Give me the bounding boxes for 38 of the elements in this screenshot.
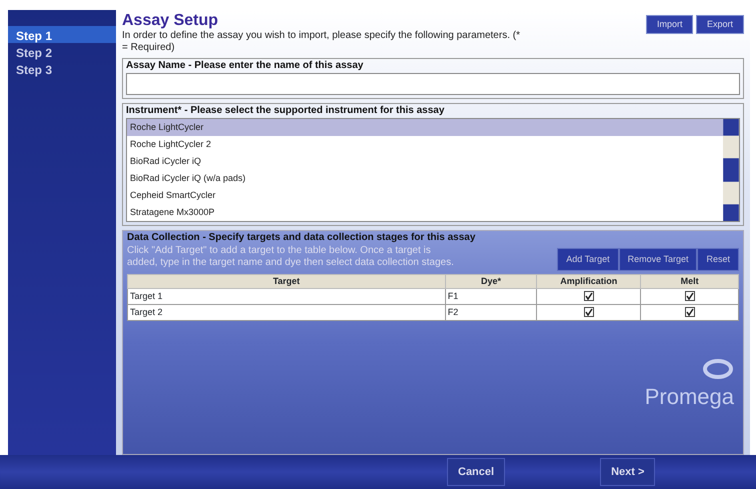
action-button[interactable]: Reset [697,248,739,271]
footer-button[interactable]: Cancel [447,458,506,486]
checkbox[interactable] [584,291,594,302]
header-button[interactable]: Import [646,14,694,34]
intro-text: In order to define the assay you wish to import, please specify the following parameters. (* = Required) [122,30,521,54]
header-button[interactable]: Export [696,14,744,34]
logo-icon [702,358,734,380]
action-button[interactable]: Remove Target [618,248,698,271]
instrument-item[interactable]: Roche LightCycler [127,119,723,136]
scrollbar[interactable] [723,119,739,221]
table-cell[interactable]: F1 [445,288,537,304]
section-heading: Instrument* - Please select the supported instrument for this assay [126,104,446,118]
section-heading: Data Collection - Specify targets and data collection stages for this assay [127,231,476,245]
instrument-item[interactable]: BioRad iCycler iQ [127,153,723,170]
assay-name-field[interactable] [126,73,740,95]
table-cell[interactable]: F2 [445,304,537,320]
column-header: Dye* [445,274,537,288]
help-text: Click "Add Target" to add a target to the table below. Once a target is added, type in the target name and dye then select data collection stages. [127,245,455,270]
page-title: Assay Setup [122,12,220,30]
checkbox[interactable] [684,307,695,318]
step-item[interactable]: Step 1 [8,26,116,43]
column-header: Target [128,274,446,288]
section-heading: Assay Name - Please enter the name of this assay [126,59,364,73]
instrument-item[interactable]: Roche LightCycler 2 [127,136,723,153]
step-item[interactable]: Step 3 [8,60,116,77]
checkbox[interactable] [584,307,594,318]
checkbox[interactable] [684,291,695,302]
instrument-item[interactable]: Stratagene Mx3000P [127,204,723,221]
column-header: Melt [640,274,738,288]
logo-text: Promega [644,383,734,411]
footer-button[interactable]: Next > [600,458,656,486]
table-cell[interactable]: Target 2 [128,304,446,320]
table-cell[interactable]: Target 1 [128,288,446,304]
action-button[interactable]: Add Target [557,248,619,271]
column-header: Amplification [536,274,641,288]
step-item[interactable]: Step 2 [8,43,116,60]
instrument-item[interactable]: Cepheid SmartCycler [127,187,723,204]
instrument-item[interactable]: BioRad iCycler iQ (w/a pads) [127,170,723,187]
